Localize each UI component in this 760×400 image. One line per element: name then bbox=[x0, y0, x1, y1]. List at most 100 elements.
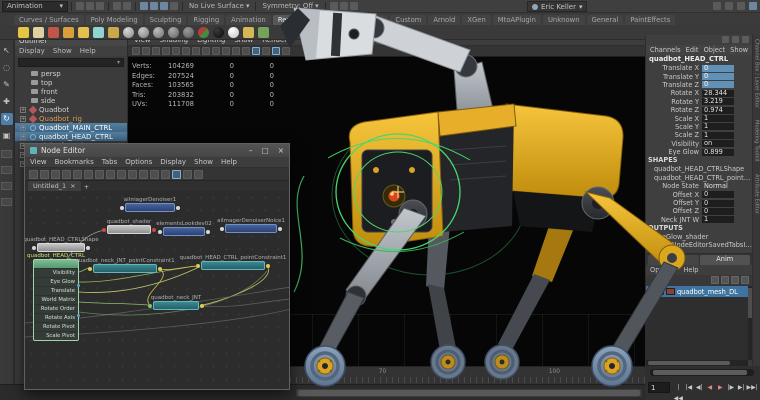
channel-value-field[interactable]: Normal bbox=[702, 183, 734, 190]
output-plug-icon[interactable] bbox=[77, 284, 80, 287]
shelf-render-ball-icon[interactable] bbox=[198, 27, 209, 38]
rotate-tool-icon[interactable]: ↻ bbox=[1, 113, 13, 125]
input-plug-icon[interactable] bbox=[158, 230, 162, 234]
tab-anim-layers[interactable]: Anim bbox=[700, 255, 751, 265]
menu-display[interactable]: Display bbox=[160, 158, 186, 166]
shelf-tab-active[interactable]: Rendering bbox=[273, 15, 318, 25]
channel-value-field[interactable]: 1 bbox=[702, 132, 734, 139]
snap-curve-icon[interactable] bbox=[150, 2, 158, 10]
node-editor-toolbar-icon[interactable] bbox=[40, 170, 49, 179]
step-back-frame-button[interactable]: |◀ bbox=[684, 382, 695, 400]
user-account-icon[interactable] bbox=[722, 36, 729, 43]
node-quadbot-head-ctrlshape[interactable]: quadbot_HEAD_CTRLShape bbox=[37, 243, 85, 252]
shelf-tab[interactable]: MtoAPlugin bbox=[493, 15, 541, 25]
range-slider-track[interactable] bbox=[296, 389, 642, 397]
menu-object[interactable]: Object bbox=[704, 46, 725, 54]
channel-value-field[interactable]: 3.219 bbox=[702, 98, 734, 105]
viewport-toolbar-icon[interactable] bbox=[282, 47, 290, 55]
input-plug-icon[interactable] bbox=[32, 246, 36, 250]
node-editor-toolbar-icon[interactable] bbox=[161, 170, 170, 179]
menu-view[interactable]: View bbox=[30, 158, 47, 166]
outliner-item-quadbot[interactable]: +Quadbot bbox=[15, 105, 127, 114]
layout-persp-graph-icon[interactable] bbox=[1, 198, 12, 206]
output-plug-icon[interactable] bbox=[200, 304, 204, 308]
node-editor-toolbar-icon[interactable] bbox=[84, 170, 93, 179]
lasso-tool-icon[interactable]: ◌ bbox=[1, 62, 13, 74]
layout-single-pane-icon[interactable] bbox=[1, 150, 12, 158]
node-editor-tab[interactable]: Untitled_1 × bbox=[28, 181, 81, 191]
node-aiimagerdenoisernoice1[interactable]: aiImagerDenoiserNoice1 bbox=[225, 224, 277, 233]
add-tab-button[interactable]: + bbox=[84, 183, 89, 191]
menu-help[interactable]: Help bbox=[221, 158, 237, 166]
save-scene-icon[interactable] bbox=[96, 2, 104, 10]
shelf-tab[interactable]: Sculpting bbox=[145, 15, 187, 25]
select-tool-icon[interactable]: ↖ bbox=[1, 45, 13, 57]
play-backwards-button[interactable]: ◀ bbox=[705, 382, 716, 400]
menuset-dropdown[interactable]: Animation ▾ bbox=[2, 1, 68, 12]
move-layer-down-icon[interactable] bbox=[721, 276, 729, 284]
viewport-toolbar-icon[interactable] bbox=[212, 47, 220, 55]
node-aiimagerdenoiser1[interactable]: aiImagerDenoiser1 bbox=[125, 203, 175, 212]
tab-display-layers[interactable]: Display bbox=[648, 255, 699, 265]
output-plug-icon[interactable] bbox=[152, 228, 156, 232]
node-quadbot-neck-jnt[interactable]: quadbot_neck_JNT bbox=[153, 301, 199, 310]
input-plug-icon[interactable] bbox=[220, 227, 224, 231]
node-editor-toolbar-icon[interactable] bbox=[194, 170, 203, 179]
snap-point-icon[interactable] bbox=[160, 2, 168, 10]
expand-icon[interactable]: + bbox=[20, 134, 26, 140]
new-scene-icon[interactable] bbox=[76, 2, 84, 10]
node-editor-toolbar-icon[interactable] bbox=[62, 170, 71, 179]
sidebar-toggle-tool-settings-icon[interactable] bbox=[725, 2, 733, 10]
step-forward-frame-button[interactable]: ▶| bbox=[736, 382, 747, 400]
layer-visibility-toggle[interactable]: V bbox=[648, 288, 655, 295]
go-to-start-button[interactable]: |◀◀ bbox=[673, 382, 684, 400]
outliner-item-main-ctrl[interactable]: +Quadbot_MAIN_CTRL bbox=[15, 123, 127, 132]
menu-options[interactable]: Options bbox=[125, 158, 152, 166]
node-editor-toolbar-icon[interactable] bbox=[139, 170, 148, 179]
current-time-field[interactable]: 1 bbox=[648, 382, 670, 393]
shelf-tab[interactable]: Curves / Surfaces bbox=[14, 15, 84, 25]
outliner-item-front[interactable]: front bbox=[15, 87, 127, 96]
menu-show[interactable]: Show bbox=[53, 47, 72, 55]
viewport-toolbar-icon-active[interactable] bbox=[252, 47, 260, 55]
menu-tabs[interactable]: Tabs bbox=[102, 158, 118, 166]
sidebar-tab-attribute-editor[interactable]: Attribute Editor bbox=[754, 174, 760, 214]
node-editor-canvas[interactable]: aiImagerDenoiser1 quadbot_shader element… bbox=[25, 191, 289, 389]
channel-value-field[interactable]: 1 bbox=[702, 115, 734, 122]
outliner-item-side[interactable]: side bbox=[15, 96, 127, 105]
play-forwards-button[interactable]: ▶ bbox=[715, 382, 726, 400]
shelf-tab[interactable]: XGen bbox=[462, 15, 490, 25]
paint-select-tool-icon[interactable]: ✎ bbox=[1, 79, 13, 91]
viewport-toolbar-icon[interactable] bbox=[182, 47, 190, 55]
channel-value-field[interactable]: 0.899 bbox=[702, 149, 734, 156]
node-quadbot-shader[interactable]: quadbot_shader bbox=[107, 225, 151, 234]
render-settings-icon[interactable] bbox=[350, 2, 358, 10]
node-editor-toolbar-icon[interactable] bbox=[183, 170, 192, 179]
layer-playback-toggle[interactable] bbox=[657, 288, 664, 295]
outliner-item-top[interactable]: top bbox=[15, 78, 127, 87]
shelf-tab[interactable]: PaintEffects bbox=[625, 15, 675, 25]
channel-value-field[interactable]: 28.344 bbox=[702, 90, 734, 97]
input-plug-icon[interactable] bbox=[148, 304, 152, 308]
range-slider-thumb[interactable] bbox=[298, 390, 640, 396]
shelf-material-icon[interactable] bbox=[123, 27, 134, 38]
node-editor-toolbar-icon[interactable] bbox=[106, 170, 115, 179]
menu-help[interactable]: Help bbox=[683, 266, 698, 274]
channel-value-field[interactable]: 0 bbox=[702, 208, 734, 215]
shelf-item-icon[interactable] bbox=[93, 27, 104, 38]
viewport-toolbar-icon[interactable] bbox=[222, 47, 230, 55]
output-plug-icon[interactable] bbox=[176, 206, 180, 210]
shelf-material-icon[interactable] bbox=[213, 27, 224, 38]
expand-icon[interactable]: + bbox=[20, 107, 26, 113]
new-empty-layer-icon[interactable] bbox=[731, 276, 739, 284]
shelf-item-icon[interactable] bbox=[18, 27, 29, 38]
node-editor-toolbar-icon[interactable] bbox=[117, 170, 126, 179]
node-editor-toolbar-icon[interactable] bbox=[150, 170, 159, 179]
output-node-name[interactable]: eyeGlow_shader bbox=[646, 233, 752, 241]
shelf-material-icon[interactable] bbox=[228, 27, 239, 38]
node-editor-toolbar-icon-active[interactable] bbox=[172, 170, 181, 179]
viewport-toolbar-icon[interactable] bbox=[242, 47, 250, 55]
channel-value-field[interactable]: 0 bbox=[702, 191, 734, 198]
go-to-end-button[interactable]: ▶▶| bbox=[747, 382, 758, 400]
viewport-toolbar-icon[interactable] bbox=[142, 47, 150, 55]
